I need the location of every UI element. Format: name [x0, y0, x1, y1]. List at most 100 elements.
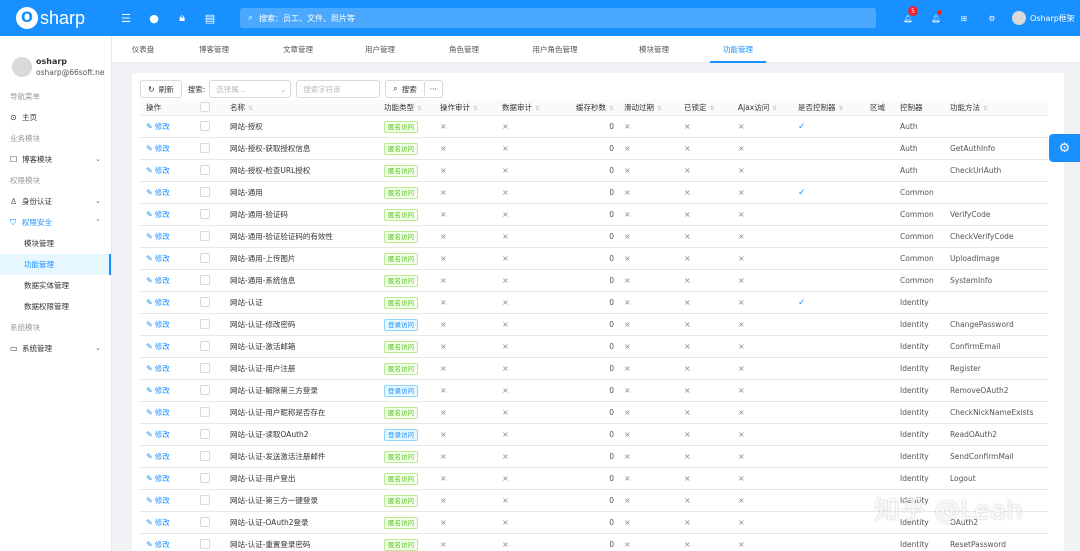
- sidebar-item[interactable]: ☐ 博客模块 ⌄: [0, 149, 111, 170]
- row-checkbox[interactable]: [200, 252, 210, 263]
- tab[interactable]: 模块管理: [610, 36, 698, 63]
- column-header[interactable]: 数据审计 ⇅: [496, 102, 558, 113]
- column-header[interactable]: 操作审计 ⇅: [434, 102, 496, 113]
- row-checkbox[interactable]: [200, 164, 210, 175]
- edit-button[interactable]: ✎ 修改: [146, 473, 194, 484]
- more-options-button[interactable]: ···: [424, 80, 443, 98]
- apps-grid-icon[interactable]: ⊞: [950, 0, 978, 36]
- tab[interactable]: 用户管理: [344, 36, 416, 63]
- sidebar-subitem[interactable]: 模块管理: [0, 233, 111, 254]
- column-header[interactable]: 是否控制器 ⇅: [792, 102, 864, 113]
- row-checkbox[interactable]: [200, 472, 210, 483]
- edit-button[interactable]: ✎ 修改: [146, 451, 194, 462]
- edit-button[interactable]: ✎ 修改: [146, 407, 194, 418]
- edit-button[interactable]: ✎ 修改: [146, 495, 194, 506]
- row-checkbox[interactable]: [200, 142, 210, 153]
- edit-button[interactable]: ✎ 修改: [146, 385, 194, 396]
- tab[interactable]: 功能管理: [710, 36, 766, 63]
- property-select[interactable]: 选择属... ⌄: [209, 80, 292, 98]
- row-checkbox[interactable]: [200, 186, 210, 197]
- edit-cell: ✎ 修改: [140, 187, 194, 198]
- cross-icon: ×: [502, 144, 509, 153]
- document-icon[interactable]: ▤: [196, 0, 224, 36]
- row-checkbox[interactable]: [200, 384, 210, 395]
- column-header[interactable]: 缓存秒数 ⇅: [558, 102, 618, 113]
- controller-name: Auth: [900, 166, 918, 175]
- alert-bell[interactable]: 🔔︎: [922, 0, 950, 36]
- edit-button[interactable]: ✎ 修改: [146, 429, 194, 440]
- search-button[interactable]: ⌕ 搜索: [385, 80, 425, 98]
- column-header[interactable]: 滑动过期 ⇅: [618, 102, 678, 113]
- settings-gear-icon[interactable]: ⚙: [978, 0, 1006, 36]
- edit-button[interactable]: ✎ 修改: [146, 319, 194, 330]
- cross-icon: ×: [502, 386, 509, 395]
- sidebar-item[interactable]: ▭ 系统管理 ⌄: [0, 338, 111, 359]
- refresh-button[interactable]: ↻ 刷新: [140, 80, 182, 98]
- sidebar-subitem[interactable]: 数据权限管理: [0, 296, 111, 317]
- row-checkbox[interactable]: [200, 340, 210, 351]
- profile-name: osharp: [36, 57, 68, 66]
- global-search-input[interactable]: ⌕ 搜索：员工、文件、照片等: [240, 8, 876, 28]
- user-menu[interactable]: Osharp框架: [1012, 11, 1075, 25]
- column-header[interactable]: 已锁定 ⇅: [678, 102, 732, 113]
- row-checkbox[interactable]: [200, 516, 210, 527]
- row-checkbox[interactable]: [200, 274, 210, 285]
- edit-button[interactable]: ✎ 修改: [146, 363, 194, 374]
- access-type-badge: 匿名访问: [384, 362, 418, 375]
- cross-icon: ×: [502, 232, 509, 241]
- floating-settings-gear-icon[interactable]: ⚙: [1049, 134, 1080, 162]
- row-checkbox[interactable]: [200, 406, 210, 417]
- edit-icon: ✎: [146, 210, 153, 219]
- sidebar-item[interactable]: ⛉ 权限安全 ⌃: [0, 212, 111, 233]
- menu-toggle-icon[interactable]: ☰: [112, 0, 140, 36]
- row-checkbox[interactable]: [200, 230, 210, 241]
- cross-icon: ×: [738, 298, 745, 307]
- cross-icon: ×: [684, 210, 691, 219]
- edit-button[interactable]: ✎ 修改: [146, 187, 194, 198]
- edit-button[interactable]: ✎ 修改: [146, 165, 194, 176]
- edit-button[interactable]: ✎ 修改: [146, 275, 194, 286]
- row-checkbox[interactable]: [200, 208, 210, 219]
- edit-button[interactable]: ✎ 修改: [146, 297, 194, 308]
- edit-button[interactable]: ✎ 修改: [146, 253, 194, 264]
- sliding-expiration-cell: ×: [618, 166, 678, 175]
- column-header[interactable]: 功能方法 ⇅: [944, 102, 1048, 113]
- row-checkbox[interactable]: [200, 296, 210, 307]
- tab[interactable]: 用户角色管理: [512, 36, 598, 63]
- row-checkbox[interactable]: [200, 494, 210, 505]
- row-checkbox[interactable]: [200, 538, 210, 549]
- controller-name: Identity: [900, 408, 929, 417]
- search-string-input[interactable]: 搜索字符串: [296, 80, 381, 98]
- row-checkbox[interactable]: [200, 428, 210, 439]
- row-checkbox[interactable]: [200, 362, 210, 373]
- sidebar-subitem[interactable]: 功能管理: [0, 254, 111, 275]
- sidebar-item[interactable]: ♙ 身份认证 ⌄: [0, 191, 111, 212]
- tab[interactable]: 仪表盘: [122, 36, 164, 63]
- notification-bell[interactable]: 🔔︎ 5: [894, 0, 922, 36]
- edit-button[interactable]: ✎ 修改: [146, 143, 194, 154]
- column-header[interactable]: 功能类型 ⇅: [378, 102, 434, 113]
- app-logo[interactable]: O sharp: [0, 7, 112, 29]
- function-type-cell: 匿名访问: [378, 274, 434, 287]
- github-icon[interactable]: ●: [140, 0, 168, 36]
- edit-button[interactable]: ✎ 修改: [146, 121, 194, 132]
- row-checkbox[interactable]: [200, 120, 210, 131]
- sidebar-subitem[interactable]: 数据实体管理: [0, 275, 111, 296]
- row-checkbox[interactable]: [200, 318, 210, 329]
- select-all-checkbox[interactable]: [200, 101, 210, 112]
- tab[interactable]: 博客管理: [176, 36, 252, 63]
- table-row: ✎ 修改 网站-认证-解除第三方登录 登录访问 × × 0 × × × Identity Remove…: [140, 380, 1048, 402]
- edit-button[interactable]: ✎ 修改: [146, 231, 194, 242]
- edit-button[interactable]: ✎ 修改: [146, 517, 194, 528]
- lock-icon[interactable]: 🔒︎: [168, 0, 196, 36]
- edit-button[interactable]: ✎ 修改: [146, 341, 194, 352]
- column-header[interactable]: 名称 ⇅: [224, 102, 378, 113]
- edit-button[interactable]: ✎ 修改: [146, 539, 194, 550]
- edit-button[interactable]: ✎ 修改: [146, 209, 194, 220]
- tab[interactable]: 文章管理: [264, 36, 332, 63]
- row-checkbox[interactable]: [200, 450, 210, 461]
- locked-cell: ×: [678, 122, 732, 131]
- column-header[interactable]: Ajax访问 ⇅: [732, 102, 792, 113]
- tab[interactable]: 角色管理: [428, 36, 500, 63]
- sidebar-item[interactable]: ⊙ 主页: [0, 107, 111, 128]
